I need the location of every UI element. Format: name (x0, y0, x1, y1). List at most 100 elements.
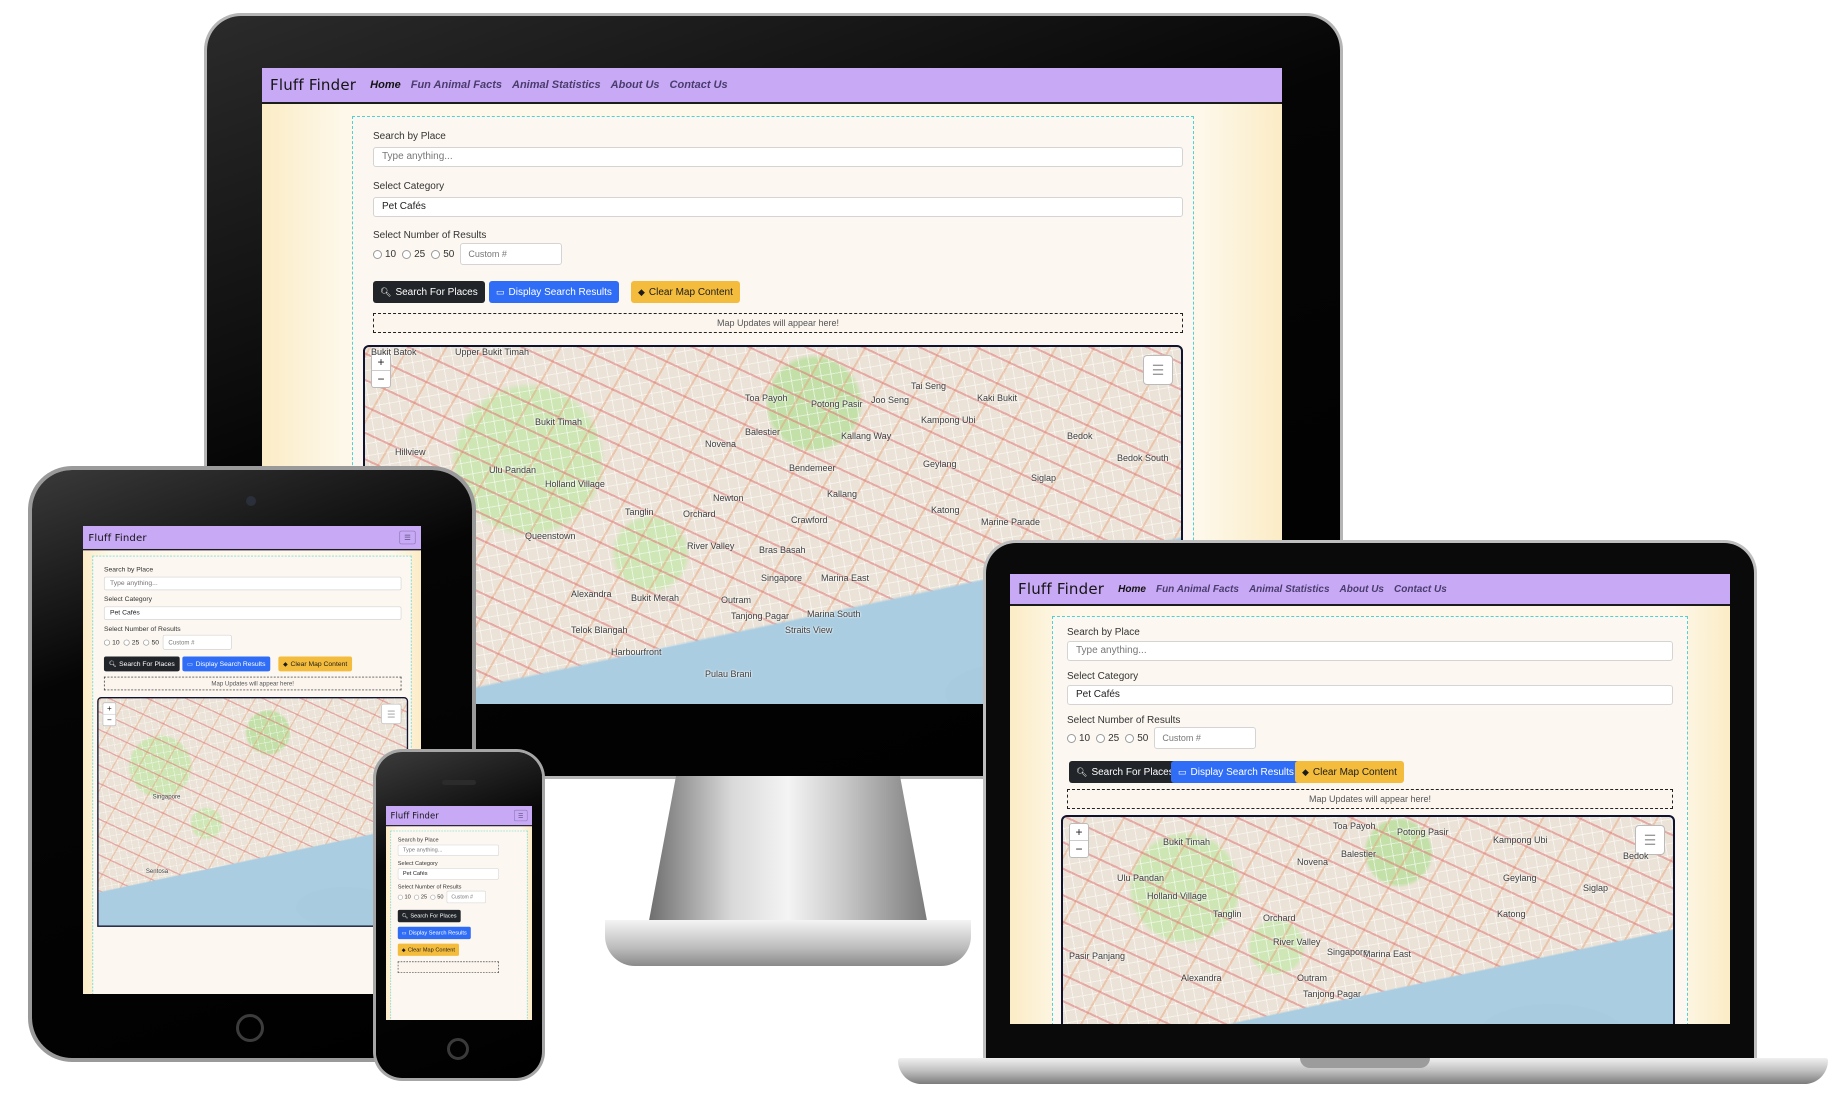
place-search-input[interactable]: Type anything... (103, 576, 402, 591)
display-results-button[interactable]: ▭ Display Search Results (182, 656, 271, 672)
map-label: Geylang (923, 459, 957, 469)
map-label: Balestier (1341, 849, 1377, 859)
brand-logo[interactable]: Fluff Finder (270, 76, 356, 94)
display-results-button[interactable]: ▭ Display Search Results (1171, 761, 1301, 783)
radio-10[interactable] (397, 894, 403, 900)
clear-map-button[interactable]: ◆ Clear Map Content (1295, 761, 1404, 783)
search-places-button[interactable]: 🔍︎ Search For Places (1069, 761, 1181, 783)
category-select[interactable]: Pet Cafés (103, 606, 402, 620)
brand-logo[interactable]: Fluff Finder (390, 810, 438, 820)
map-zoom-control: + − (102, 702, 117, 727)
display-results-button[interactable]: ▭ Display Search Results (489, 281, 619, 303)
place-label: Search by Place (397, 836, 439, 844)
map-label: Bukit Timah (1163, 837, 1211, 847)
category-select[interactable]: Pet Cafés (1067, 685, 1673, 705)
radio-25[interactable] (414, 894, 420, 900)
radio-50[interactable] (430, 894, 436, 900)
layers-icon[interactable]: ☰ (381, 703, 402, 725)
map-zoom-control: + − (1069, 823, 1089, 858)
map-label: Tai Seng (911, 381, 947, 391)
tablet-home-button[interactable] (236, 1014, 264, 1042)
place-search-input[interactable]: Type anything... (373, 147, 1183, 167)
zoom-out-button[interactable]: − (372, 370, 390, 387)
zoom-in-button[interactable]: + (1070, 824, 1088, 840)
nav-animal-statistics[interactable]: Animal Statistics (512, 79, 601, 91)
custom-number-input[interactable]: Custom # (446, 890, 487, 904)
map-view[interactable]: + − ☰ Bukit Timah Toa Payoh Potong Pasir… (1061, 815, 1675, 1024)
monitor-icon: ▭ (496, 286, 505, 297)
map-label: Orchard (1263, 913, 1296, 923)
results-label: Select Number of Results (103, 625, 181, 633)
hamburger-icon[interactable]: ☰ (399, 530, 416, 545)
place-label: Search by Place (103, 565, 154, 574)
laptop-screen: Fluff Finder Home Fun Animal Facts Anima… (1010, 574, 1730, 1024)
map-label: Kaki Bukit (977, 393, 1018, 403)
zoom-in-button[interactable]: + (103, 703, 115, 714)
map-label: Newton (713, 493, 744, 503)
category-select[interactable]: Pet Cafés (397, 868, 499, 880)
nav-about-us[interactable]: About Us (611, 79, 660, 91)
map-label: Holland Village (1147, 891, 1207, 901)
nav-about-us[interactable]: About Us (1340, 584, 1384, 595)
monitor-icon: ▭ (401, 929, 407, 936)
custom-number-input[interactable]: Custom # (1154, 727, 1257, 749)
radio-25[interactable] (1096, 733, 1106, 743)
phone-home-button[interactable] (447, 1038, 469, 1060)
nav-home[interactable]: Home (1118, 584, 1146, 595)
search-places-button[interactable]: 🔍︎ Search For Places (103, 656, 180, 672)
brand-logo[interactable]: Fluff Finder (88, 531, 146, 543)
clear-map-button[interactable]: ◆ Clear Map Content (278, 656, 352, 672)
zoom-out-button[interactable]: − (1070, 840, 1088, 857)
category-label: Select Category (1067, 671, 1139, 682)
map-view[interactable]: + − ☰ Singapore Sentosa (97, 697, 409, 927)
map-label: Ulu Pandan (489, 465, 537, 475)
place-label: Search by Place (1067, 627, 1140, 638)
map-label: Katong (1497, 909, 1526, 919)
clear-map-button[interactable]: ◆ Clear Map Content (397, 943, 459, 956)
map-label: Bukit Batok (371, 347, 417, 357)
map-label: Potong Pasir (811, 399, 863, 409)
custom-number-input[interactable]: Custom # (460, 243, 563, 265)
hamburger-icon[interactable]: ☰ (514, 809, 528, 822)
map-label: Singapore (152, 793, 181, 800)
radio-10[interactable] (103, 639, 111, 646)
nav-home[interactable]: Home (370, 79, 401, 91)
map-label: Tanjong Pagar (731, 611, 790, 621)
search-places-button[interactable]: 🔍︎ Search For Places (373, 281, 485, 303)
place-search-input[interactable]: Type anything... (1067, 641, 1673, 661)
category-label: Select Category (373, 181, 445, 192)
search-places-button[interactable]: 🔍︎ Search For Places (397, 909, 461, 923)
results-radio-group: 10 25 50 Custom # (103, 634, 232, 650)
radio-50[interactable] (1125, 733, 1135, 743)
nav-animal-statistics[interactable]: Animal Statistics (1249, 584, 1330, 595)
nav-contact-us[interactable]: Contact Us (1394, 584, 1447, 595)
radio-10[interactable] (373, 249, 382, 259)
radio-25[interactable] (402, 249, 412, 259)
layers-icon[interactable]: ☰ (1143, 355, 1173, 385)
map-label: Harbourfront (611, 647, 662, 657)
radio-50[interactable] (143, 639, 150, 646)
radio-50[interactable] (431, 249, 441, 259)
search-icon: 🔍︎ (108, 660, 117, 667)
map-label: Bedok (1623, 851, 1649, 861)
radio-10[interactable] (1067, 733, 1076, 743)
brand-logo[interactable]: Fluff Finder (1018, 580, 1104, 598)
eraser-icon: ◆ (1302, 766, 1309, 777)
phone-speaker (442, 780, 476, 785)
search-icon: 🔍︎ (380, 286, 392, 297)
map-label: Toa Payoh (745, 393, 788, 403)
nav-fun-animal-facts[interactable]: Fun Animal Facts (411, 79, 502, 91)
zoom-out-button[interactable]: − (103, 713, 116, 725)
radio-25[interactable] (123, 639, 130, 646)
monitor-base (605, 920, 971, 966)
nav-fun-animal-facts[interactable]: Fun Animal Facts (1156, 584, 1239, 595)
clear-map-button[interactable]: ◆ Clear Map Content (631, 281, 740, 303)
nav-contact-us[interactable]: Contact Us (670, 79, 728, 91)
map-label: Novena (1297, 857, 1329, 867)
display-results-button[interactable]: ▭ Display Search Results (397, 926, 471, 940)
eraser-icon: ◆ (283, 660, 288, 667)
map-label: Hillview (395, 447, 426, 457)
custom-number-input[interactable]: Custom # (163, 634, 232, 650)
category-select[interactable]: Pet Cafés (373, 197, 1183, 217)
place-search-input[interactable]: Type anything... (397, 844, 499, 856)
